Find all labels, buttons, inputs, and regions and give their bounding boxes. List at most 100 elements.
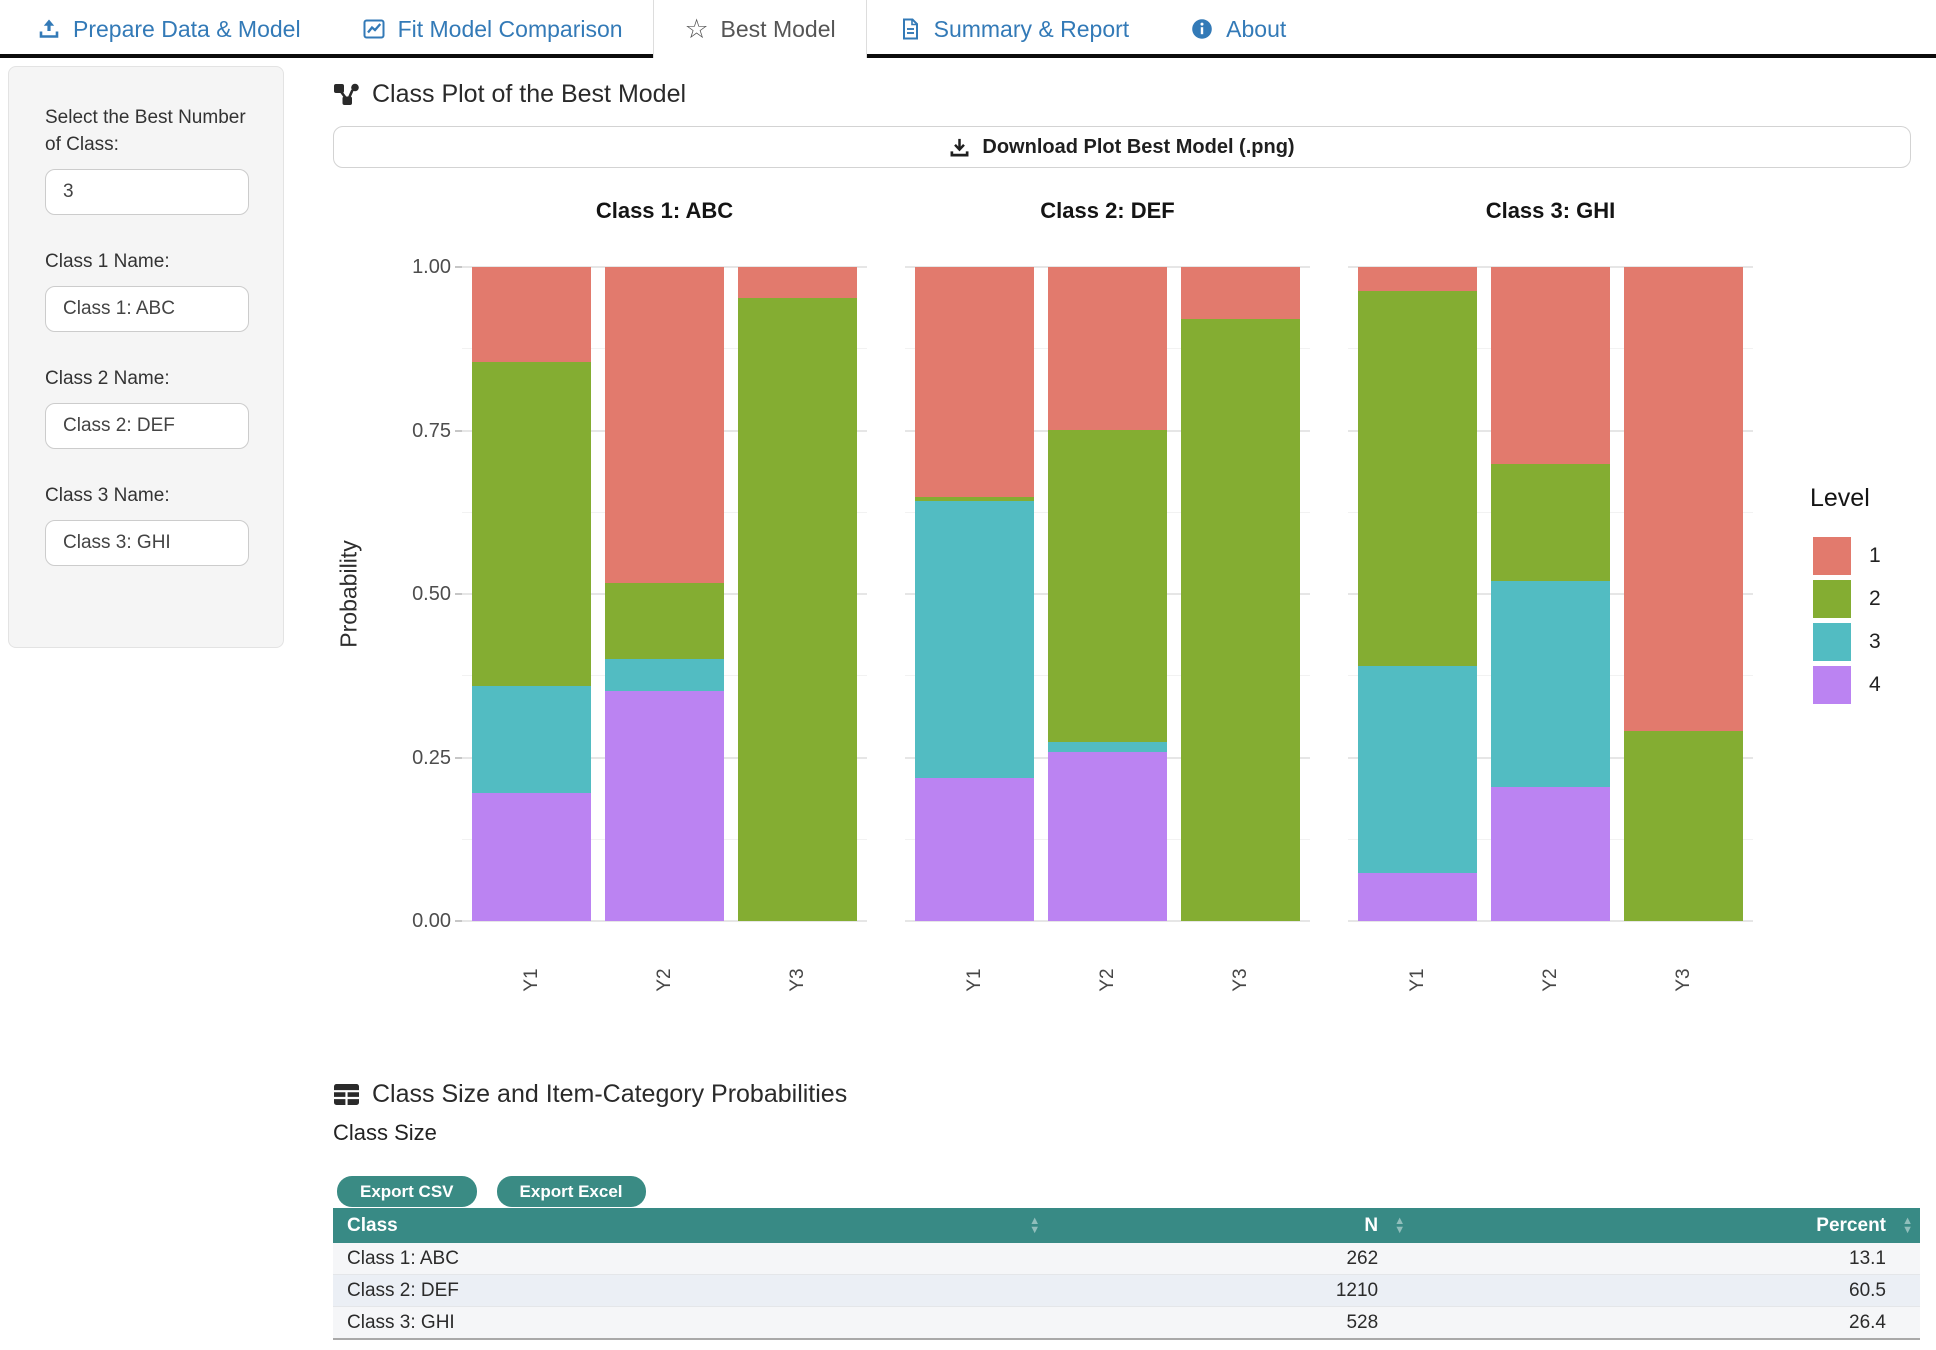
bar-segment-level-3 (605, 659, 724, 691)
bar-segment-level-1 (915, 267, 1034, 497)
bar-segment-level-2 (738, 298, 857, 921)
app-page: Prepare Data & Model Fit Model Compariso… (0, 0, 1936, 1350)
bar-segment-level-1 (1624, 267, 1743, 731)
bar-segment-level-3 (1048, 742, 1167, 752)
bar-segment-level-4 (915, 778, 1034, 921)
bar-segment-level-3 (1491, 581, 1610, 787)
tab-summary-report[interactable]: Summary & Report (867, 0, 1160, 58)
x-tick-label: Y2 (654, 968, 676, 991)
bar-segment-level-4 (1048, 752, 1167, 921)
legend-swatch-level-4 (1813, 666, 1851, 704)
cell-percent: 26.4 (1412, 1307, 1920, 1340)
chart-line-icon (361, 16, 387, 42)
bar-segment-level-1 (1491, 267, 1610, 464)
facet-title: Class 1: ABC (462, 198, 867, 224)
bar-segment-level-2 (1491, 464, 1610, 581)
cell-n: 262 (1047, 1243, 1412, 1275)
x-tick-label: Y2 (1540, 968, 1562, 991)
y-axis-title: Probability (336, 540, 363, 647)
class-size-subtitle: Class Size (333, 1120, 437, 1146)
tab-label: About (1226, 16, 1286, 43)
cell-n: 528 (1047, 1307, 1412, 1340)
cell-class: Class 3: GHI (333, 1307, 1047, 1340)
facet-title: Class 3: GHI (1348, 198, 1753, 224)
tab-best-model[interactable]: ☆ Best Model (653, 0, 867, 58)
cell-class: Class 2: DEF (333, 1275, 1047, 1307)
tab-label: Fit Model Comparison (398, 16, 623, 43)
legend-swatch-level-1 (1813, 537, 1851, 575)
tab-label: Prepare Data & Model (73, 16, 301, 43)
sort-carets-icon: ▲▼ (1902, 1217, 1913, 1235)
bar-segment-level-4 (472, 793, 591, 921)
bar-segment-level-4 (605, 691, 724, 921)
bar-segment-level-4 (1491, 787, 1610, 921)
y-tick-label: 0.50 (361, 581, 451, 607)
class-size-table: Class ▲▼ N ▲▼ Percent ▲▼ Class 1: ABC262… (333, 1208, 1920, 1340)
y-tick-label: 0.00 (361, 908, 451, 934)
bar-segment-level-1 (1048, 267, 1167, 430)
tab-label: Best Model (721, 16, 836, 43)
bar-segment-level-2 (472, 362, 591, 686)
facet-title: Class 2: DEF (905, 198, 1310, 224)
bar-segment-level-1 (738, 267, 857, 298)
bar-segment-level-1 (472, 267, 591, 362)
legend-label: 1 (1869, 537, 1913, 575)
x-tick-label: Y3 (1673, 968, 1695, 991)
tab-prepare-data-model[interactable]: Prepare Data & Model (6, 0, 331, 58)
bar-segment-level-3 (472, 686, 591, 794)
legend-label: 3 (1869, 623, 1913, 661)
column-header-percent[interactable]: Percent ▲▼ (1412, 1208, 1920, 1243)
y-tick-label: 1.00 (361, 254, 451, 280)
cell-n: 1210 (1047, 1275, 1412, 1307)
legend-label: 4 (1869, 666, 1913, 704)
bar-segment-level-3 (915, 501, 1034, 778)
bar-segment-level-2 (605, 583, 724, 659)
bar-segment-level-2 (1624, 731, 1743, 921)
upload-icon (36, 16, 62, 42)
bar-segment-level-1 (1358, 267, 1477, 291)
tab-label: Summary & Report (934, 16, 1130, 43)
x-tick-label: Y2 (1097, 968, 1119, 991)
table-header-row: Class ▲▼ N ▲▼ Percent ▲▼ (333, 1208, 1920, 1243)
cell-class: Class 1: ABC (333, 1243, 1047, 1275)
sort-carets-icon: ▲▼ (1029, 1217, 1040, 1235)
sort-carets-icon: ▲▼ (1394, 1217, 1405, 1235)
nav-tabs: Prepare Data & Model Fit Model Compariso… (6, 0, 1316, 58)
y-tick-label: 0.75 (361, 418, 451, 444)
class-plot-chart: 0.00 0.25 0.50 0.75 1.00 Probability Class 1: … (0, 0, 1936, 1060)
x-tick-label: Y3 (787, 968, 809, 991)
y-tick-label: 0.25 (361, 745, 451, 771)
export-excel-button[interactable]: Export Excel (497, 1176, 646, 1207)
table-section-title: Class Size and Item-Category Probabiliti… (372, 1080, 847, 1109)
x-tick-label: Y3 (1230, 968, 1252, 991)
file-icon (897, 16, 923, 42)
bar-segment-level-4 (1358, 873, 1477, 921)
bar-segment-level-2 (915, 497, 1034, 501)
tab-fit-model-comparison[interactable]: Fit Model Comparison (331, 0, 653, 58)
x-tick-label: Y1 (964, 968, 986, 991)
column-header-class[interactable]: Class ▲▼ (333, 1208, 1047, 1243)
table-row[interactable]: Class 3: GHI52826.4 (333, 1307, 1920, 1340)
bar-segment-level-3 (1358, 666, 1477, 873)
cell-percent: 13.1 (1412, 1243, 1920, 1275)
table-icon (333, 1083, 360, 1106)
table-section-heading: Class Size and Item-Category Probabiliti… (333, 1080, 847, 1109)
legend-swatch-level-3 (1813, 623, 1851, 661)
bar-segment-level-1 (605, 267, 724, 583)
bar-segment-level-2 (1181, 319, 1300, 921)
bar-segment-level-1 (1181, 267, 1300, 319)
export-buttons: Export CSV Export Excel (337, 1176, 646, 1207)
tab-about[interactable]: About (1159, 0, 1316, 58)
export-csv-button[interactable]: Export CSV (337, 1176, 477, 1207)
legend-swatch-level-2 (1813, 580, 1851, 618)
table-row[interactable]: Class 1: ABC26213.1 (333, 1243, 1920, 1275)
legend-title: Level (1810, 484, 1870, 513)
cell-percent: 60.5 (1412, 1275, 1920, 1307)
bar-segment-level-2 (1048, 430, 1167, 742)
info-circle-icon (1189, 16, 1215, 42)
legend-label: 2 (1869, 580, 1913, 618)
column-header-n[interactable]: N ▲▼ (1047, 1208, 1412, 1243)
star-icon: ☆ (684, 16, 710, 42)
x-tick-label: Y1 (1407, 968, 1429, 991)
table-row[interactable]: Class 2: DEF121060.5 (333, 1275, 1920, 1307)
